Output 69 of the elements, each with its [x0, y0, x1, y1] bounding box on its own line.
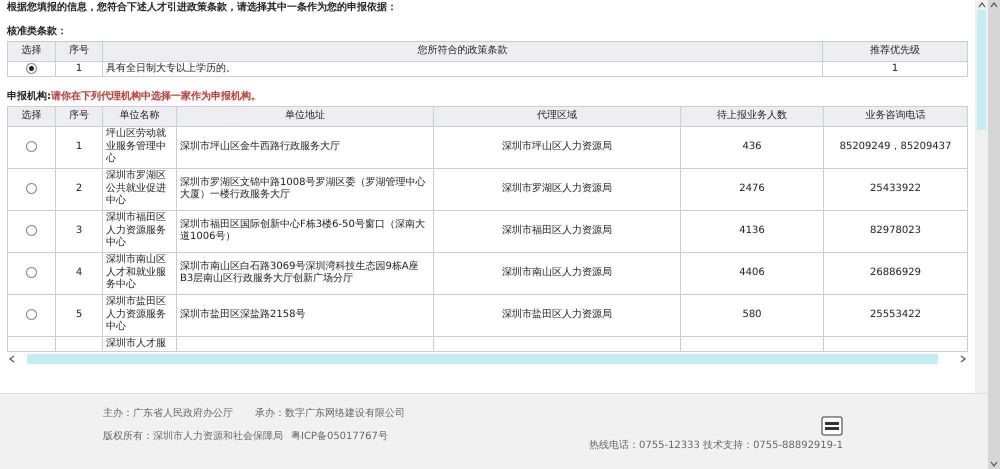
- table-cell: 深圳市南山区人才和就业服务中心: [102, 252, 176, 294]
- scrollbar-thumb[interactable]: [977, 10, 986, 130]
- table-cell: 坪山区劳动就业服务管理中心: [102, 126, 176, 168]
- table-cell: 深圳市南山区白石路3069号深圳湾科技生态园9栋A座B3层南山区行政服务大厅创新广场分厅: [176, 252, 434, 294]
- radio-button[interactable]: [26, 266, 37, 278]
- column-header: 序号: [56, 106, 102, 126]
- table-cell: 85209249，85209437: [824, 126, 968, 168]
- table-cell: 3: [56, 210, 102, 252]
- section-title: 核准类条款：: [7, 26, 68, 38]
- table-cell: 5: [56, 294, 102, 336]
- table-cell: 深圳市罗湖区公共就业促进中心: [102, 168, 176, 210]
- table-cell: 4: [56, 252, 102, 294]
- table-cell: 深圳市盐田区人力资源服务中心: [102, 294, 176, 336]
- radio-button[interactable]: [26, 308, 37, 320]
- footer-text: 热线电话：0755-12333 技术支持：0755-88892919-1: [589, 440, 843, 452]
- radio-button[interactable]: [26, 224, 37, 236]
- table-cell: 深圳市福田区国际创新中心F栋3楼6-50号窗口（深南大道1006号）: [176, 210, 434, 252]
- radio-button[interactable]: [26, 62, 37, 74]
- table-cell: 深圳市福田区人力资源局: [434, 210, 680, 252]
- column-header: 单位地址: [176, 106, 434, 126]
- scroll-right-icon[interactable]: [958, 354, 968, 364]
- column-header: 您所符合的政策条款: [102, 41, 822, 61]
- table-cell: 深圳市福田区人力资源服务中心: [102, 210, 176, 252]
- column-header: 单位名称: [102, 106, 176, 126]
- table-cell: 1: [822, 61, 968, 77]
- vertical-scrollbar[interactable]: [975, 0, 988, 393]
- table-cell: 25433922: [824, 168, 968, 210]
- column-header: 序号: [56, 41, 102, 61]
- horizontal-scrollbar[interactable]: [7, 352, 968, 365]
- intro-text: 根据您填报的信息，您符合下述人才引进政策条款，请选择其中一条作为您的申报依据：: [7, 0, 398, 15]
- table-cell: 1: [56, 61, 102, 77]
- column-header: 待上报业务人数: [680, 106, 824, 126]
- page-scrollbar[interactable]: [988, 0, 1000, 469]
- table-cell: 82978023: [824, 210, 968, 252]
- footer-text: 承办：数字广东网络建设有限公司: [255, 408, 405, 420]
- column-header: 选择: [8, 106, 56, 126]
- table-cell: 深圳市罗湖区人力资源局: [434, 168, 680, 210]
- table-cell: 25553422: [824, 294, 968, 336]
- scrollbar-thumb[interactable]: [27, 354, 938, 364]
- table-cell: 4136: [680, 210, 824, 252]
- footer-text: 粤ICP备05017767号: [291, 430, 388, 443]
- column-header: 代理区域: [434, 106, 680, 126]
- table-cell: 深圳市盐田区人力资源局: [434, 294, 680, 336]
- table-cell: 深圳市盐田区深盐路2158号: [176, 294, 434, 336]
- radio-button[interactable]: [26, 182, 37, 194]
- table-cell: 深圳市罗湖区文锦中路1008号罗湖区委（罗湖管理中心大厦）一楼行政服务大厅: [176, 168, 434, 210]
- scroll-down-icon[interactable]: [989, 459, 999, 469]
- table-cell: 深圳市坪山区人力资源局: [434, 126, 680, 168]
- section-title: 申报机构:: [7, 91, 51, 102]
- radio-button[interactable]: [26, 140, 37, 152]
- table-cell: 深圳市南山区人力资源局: [434, 252, 680, 294]
- table-cell: 436: [680, 126, 824, 168]
- table-cell: 4406: [680, 252, 824, 294]
- table-cell: 深圳市坪山区金牛西路行政服务大厅: [176, 126, 434, 168]
- table-cell: 26886929: [824, 252, 968, 294]
- table-cell: 具有全日制大专以上学历的。: [102, 61, 822, 77]
- column-header: 业务咨询电话: [824, 106, 968, 126]
- table-cell: 2: [56, 168, 102, 210]
- column-header: 推荐优先级: [822, 41, 968, 61]
- footer-text: 版权所有：深圳市人力资源和社会保障局: [103, 430, 283, 443]
- table-cell: 深圳市人才服: [102, 336, 176, 352]
- hint-text: 请你在下列代理机构中选择一家作为申报机构。: [51, 91, 261, 102]
- table-cell: 580: [680, 294, 824, 336]
- emblem-icon[interactable]: [821, 416, 843, 436]
- table-cell: 1: [56, 126, 102, 168]
- table-cell: 2476: [680, 168, 824, 210]
- column-header: 选择: [8, 41, 56, 61]
- footer-text: 主办：广东省人民政府办公厅: [103, 408, 233, 420]
- scroll-left-icon[interactable]: [7, 354, 17, 364]
